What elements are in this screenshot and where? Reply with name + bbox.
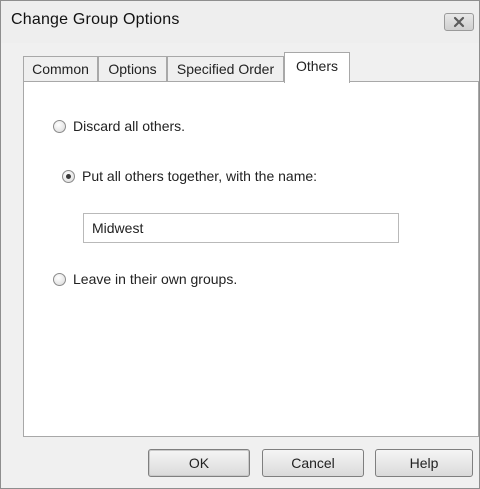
ok-button[interactable]: OK bbox=[148, 449, 250, 477]
close-x-icon bbox=[453, 16, 465, 28]
group-name-input[interactable] bbox=[83, 213, 399, 243]
cancel-button[interactable]: Cancel bbox=[262, 449, 364, 477]
tab-others[interactable]: Others bbox=[284, 52, 350, 83]
discard-all-others-option[interactable]: Discard all others. bbox=[53, 118, 185, 134]
leave-in-own-groups-label: Leave in their own groups. bbox=[73, 271, 238, 287]
close-button[interactable] bbox=[444, 13, 474, 31]
title-bar: Change Group Options bbox=[1, 1, 479, 43]
put-all-together-option[interactable]: Put all others together, with the name: bbox=[62, 168, 317, 184]
leave-in-own-groups-option[interactable]: Leave in their own groups. bbox=[53, 271, 237, 287]
window-title: Change Group Options bbox=[11, 11, 180, 28]
discard-all-others-label: Discard all others. bbox=[73, 118, 186, 134]
tab-specified-order[interactable]: Specified Order bbox=[167, 56, 284, 82]
tab-options[interactable]: Options bbox=[98, 56, 167, 82]
help-button[interactable]: Help bbox=[375, 449, 473, 477]
put-all-together-label: Put all others together, with the name: bbox=[82, 168, 318, 184]
others-tab-panel bbox=[23, 81, 479, 437]
discard-all-others-radio[interactable] bbox=[53, 119, 66, 133]
tab-common[interactable]: Common bbox=[23, 56, 98, 82]
change-group-options-dialog: Change Group Options Common Options Spec… bbox=[0, 0, 480, 489]
put-all-together-radio[interactable] bbox=[62, 169, 75, 183]
leave-in-own-groups-radio[interactable] bbox=[53, 272, 66, 286]
